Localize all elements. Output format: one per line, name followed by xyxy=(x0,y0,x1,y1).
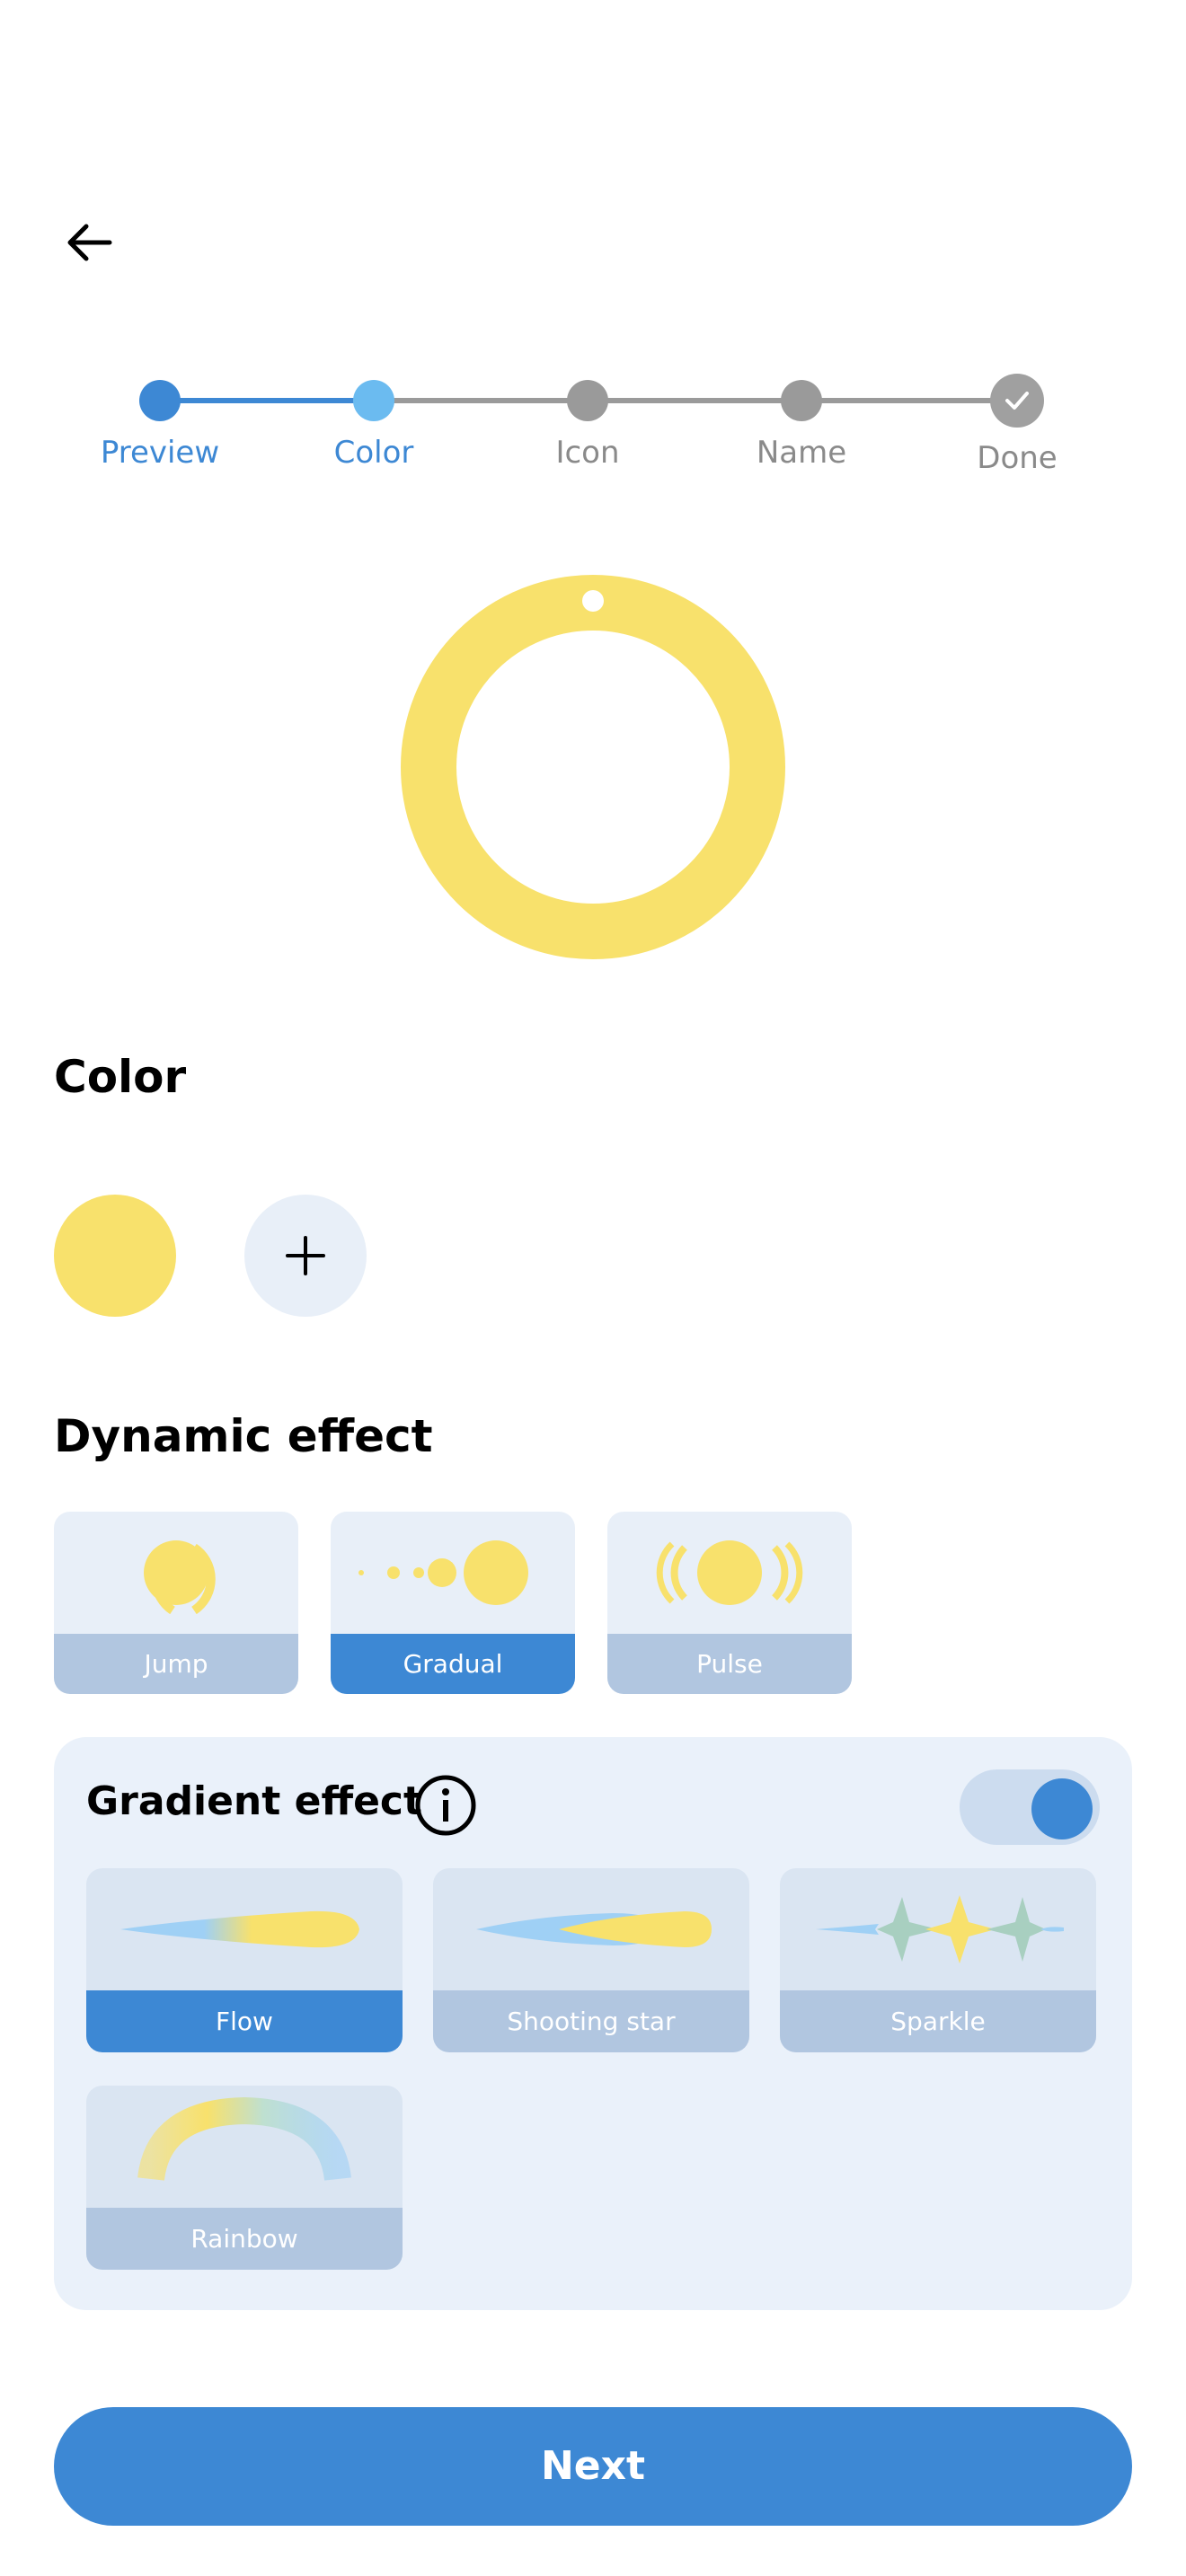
effect-option-gradual[interactable]: Gradual xyxy=(331,1512,575,1694)
gradient-option-shooting-star[interactable]: Shooting star xyxy=(433,1868,749,2052)
step-label-preview: Preview xyxy=(100,435,220,471)
arrow-left-icon xyxy=(67,224,112,261)
gradient-option-rainbow[interactable]: Rainbow xyxy=(86,2086,403,2270)
step-dot-done xyxy=(990,374,1044,428)
gradual-effect-icon xyxy=(358,1540,528,1605)
gradient-effect-toggle[interactable] xyxy=(960,1769,1100,1845)
plus-icon xyxy=(286,1236,325,1275)
shooting-star-effect-icon xyxy=(476,1911,712,1947)
gradient-label-shooting-star: Shooting star xyxy=(433,1990,749,2052)
gradient-label-flow: Flow xyxy=(86,1990,403,2052)
gradient-option-flow[interactable]: Flow xyxy=(86,1868,403,2052)
pulse-effect-icon xyxy=(656,1540,803,1605)
back-button[interactable] xyxy=(54,207,126,278)
step-label-color: Color xyxy=(333,435,414,471)
next-button[interactable]: Next xyxy=(54,2407,1132,2526)
toggle-knob xyxy=(1031,1778,1093,1839)
step-label-done: Done xyxy=(977,440,1058,476)
gradient-effect-title: Gradient effect xyxy=(86,1778,423,1824)
effect-option-pulse[interactable]: Pulse xyxy=(607,1512,852,1694)
dynamic-effect-title: Dynamic effect xyxy=(54,1410,433,1462)
effect-label-gradual: Gradual xyxy=(331,1634,575,1694)
info-icon[interactable] xyxy=(413,1773,478,1838)
effect-option-jump[interactable]: Jump xyxy=(54,1512,298,1694)
step-label-name: Name xyxy=(756,435,847,471)
rainbow-effect-icon xyxy=(137,2096,351,2182)
effect-label-jump: Jump xyxy=(54,1634,298,1694)
add-color-button[interactable] xyxy=(244,1195,367,1317)
step-label-icon: Icon xyxy=(555,435,620,471)
step-dot-preview xyxy=(139,380,181,421)
color-section-title: Color xyxy=(54,1051,187,1103)
gradient-label-rainbow: Rainbow xyxy=(86,2208,403,2270)
gradient-option-sparkle[interactable]: Sparkle xyxy=(780,1868,1096,2052)
step-dot-name xyxy=(781,380,822,421)
jump-effect-icon xyxy=(144,1540,216,1615)
sparkle-effect-icon xyxy=(816,1895,1064,1963)
color-preview-ring xyxy=(401,575,785,959)
flow-effect-icon xyxy=(120,1910,359,1948)
color-swatch-selected[interactable] xyxy=(54,1195,176,1317)
gradient-label-sparkle: Sparkle xyxy=(780,1990,1096,2052)
effect-label-pulse: Pulse xyxy=(607,1634,852,1694)
step-dot-color xyxy=(353,380,394,421)
check-icon xyxy=(1005,392,1029,410)
step-dot-icon xyxy=(567,380,608,421)
ring-position-dot[interactable] xyxy=(582,590,604,612)
